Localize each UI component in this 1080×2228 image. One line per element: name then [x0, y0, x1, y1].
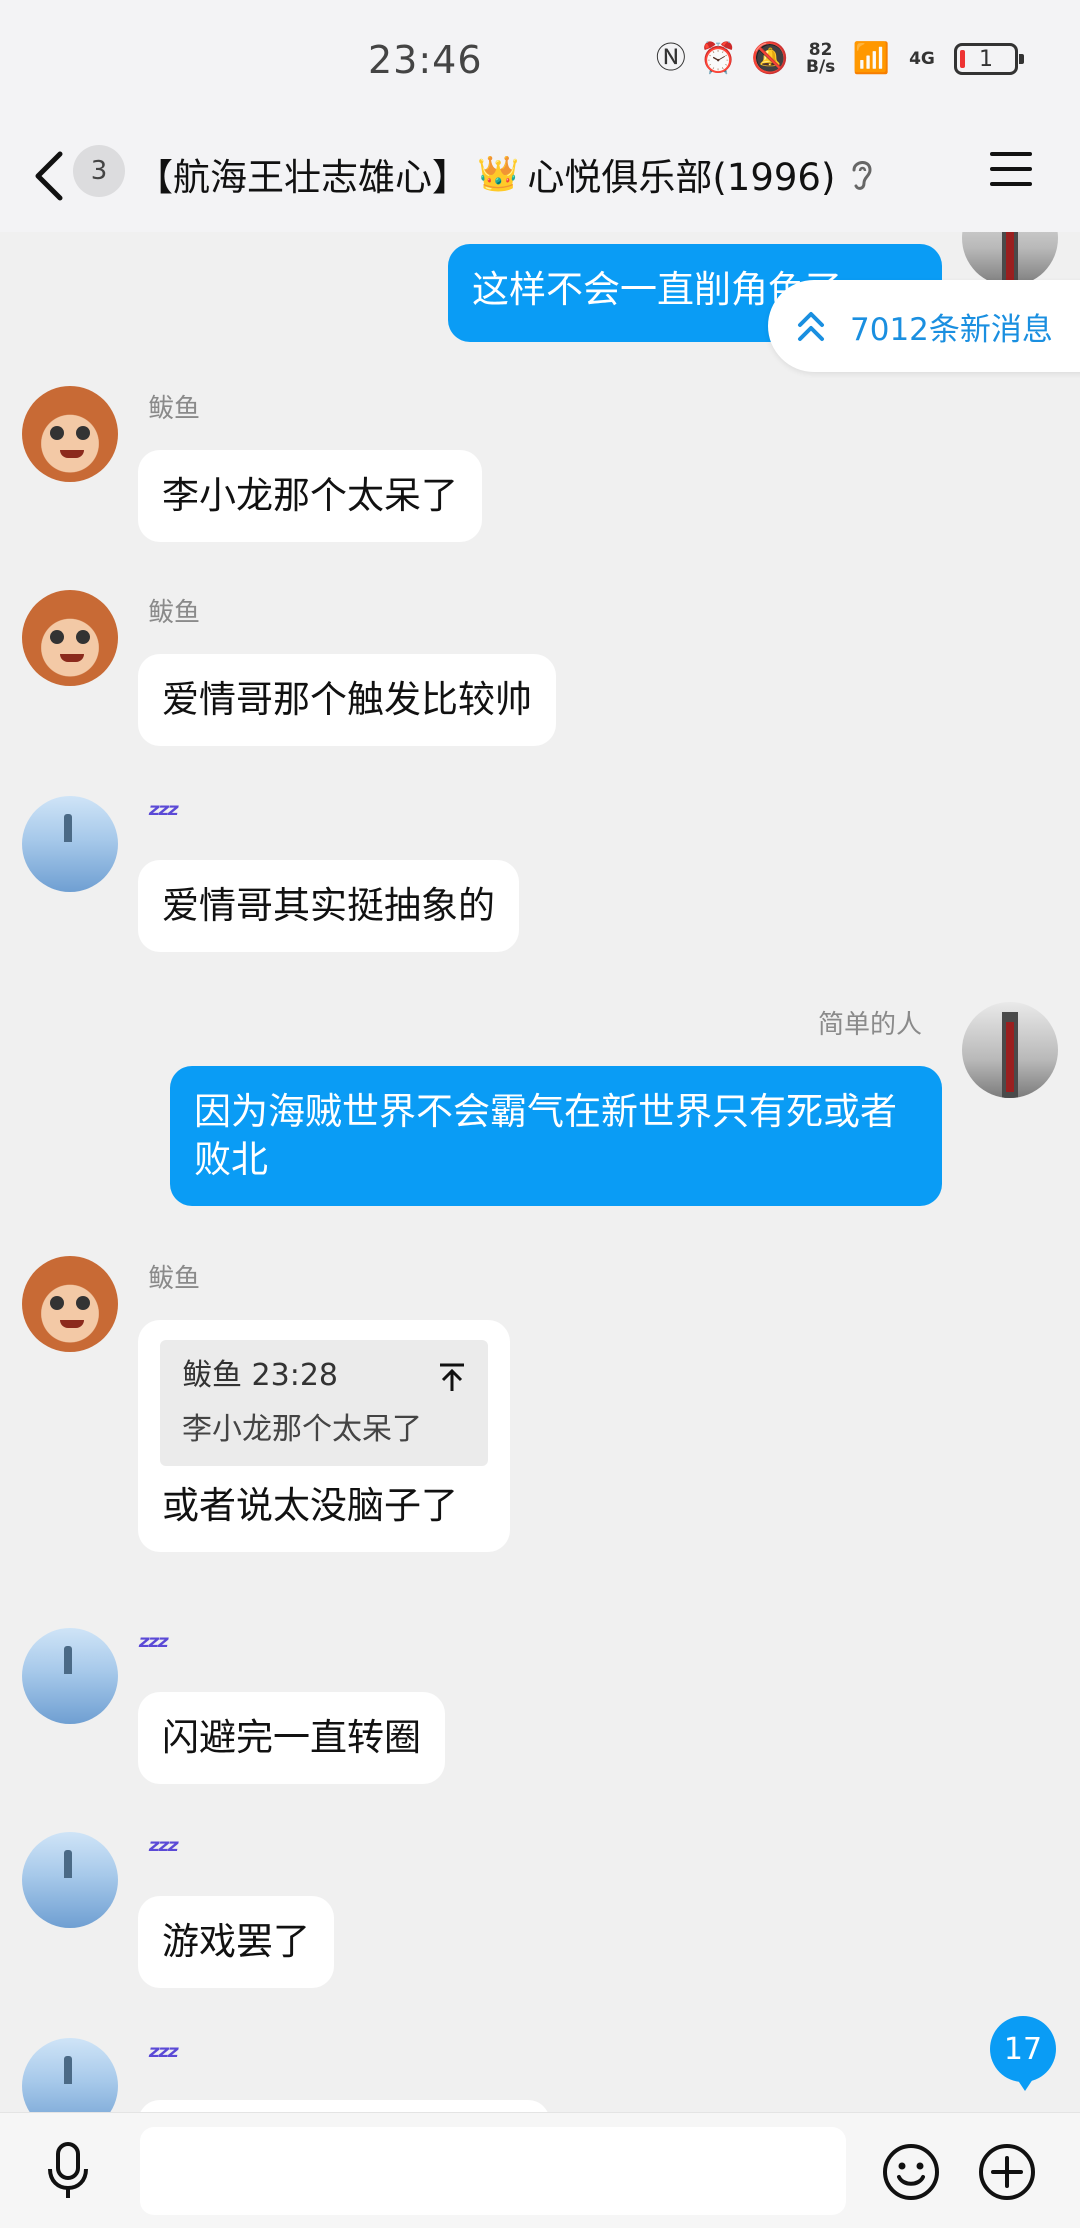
sleep-zzz-icon: ᶻᶻᶻ [148, 2040, 180, 2075]
message-bubble[interactable]: 因为海贼世界不会霸气在新世界只有死或者败北 [170, 1066, 942, 1206]
net-speed-unit: B/s [805, 57, 836, 77]
status-icons: Ⓝ ⏰ 🔕 82 B/s 📶 4G 1 [655, 41, 1024, 76]
new-messages-label: 7012条新消息 [850, 311, 1053, 348]
network-type: 4G [909, 48, 935, 69]
avatar[interactable] [962, 1002, 1058, 1098]
avatar[interactable] [22, 386, 118, 482]
battery-level: 1 [979, 46, 993, 72]
sleep-zzz-icon: ᶻᶻᶻ [138, 1630, 170, 1665]
message-bubble[interactable]: 闪避完一直转圈 [138, 1692, 445, 1784]
chat-area[interactable]: 这样不会一直削角色了 鲅鱼 李小龙那个太呆了 鲅鱼 爱情哥那个触发比较帅 ᶻᶻᶻ… [0, 232, 1080, 2112]
back-arrow-icon[interactable] [30, 148, 70, 204]
unread-mentions-badge[interactable]: 17 [990, 2016, 1056, 2091]
message-input[interactable] [140, 2127, 846, 2215]
sender-name: 简单的人 [818, 1010, 923, 1040]
chat-title[interactable]: 【航海王壮志雄心】 👑 心悦俱乐部(1996) [136, 146, 835, 202]
avatar[interactable] [22, 2038, 118, 2112]
wifi-icon: 📶 [852, 41, 890, 76]
avatar[interactable] [22, 1628, 118, 1724]
double-chevron-up-icon [798, 312, 824, 341]
status-bar: 23:46 Ⓝ ⏰ 🔕 82 B/s 📶 4G 1 [0, 0, 1080, 120]
sender-name: 鲅鱼 [148, 394, 201, 424]
crown-icon: 👑 [477, 154, 520, 194]
quote-text: 李小龙那个太呆了 [182, 1412, 422, 1447]
status-time: 23:46 [368, 38, 483, 82]
battery-icon: 1 [954, 43, 1024, 75]
quote-header: 鲅鱼 23:28 [182, 1358, 338, 1393]
avatar[interactable] [22, 1256, 118, 1352]
message-bubble[interactable] [138, 2100, 550, 2112]
avatar[interactable] [22, 796, 118, 892]
title-part1: 【航海王壮志雄心】 [136, 156, 469, 199]
title-part2: 心悦俱乐部(1996) [527, 156, 836, 199]
emoji-icon[interactable] [882, 2143, 940, 2201]
net-speed: 82 B/s [803, 42, 839, 76]
nfc-icon: Ⓝ [655, 41, 686, 76]
mute-bell-icon: 🔕 [751, 41, 789, 76]
message-bubble[interactable]: 游戏罢了 [138, 1896, 334, 1988]
message-bubble[interactable]: 李小龙那个太呆了 [138, 450, 482, 542]
quoted-message[interactable]: 鲅鱼 23:28 李小龙那个太呆了 [160, 1340, 488, 1466]
earpiece-mode-icon[interactable] [848, 154, 876, 194]
sender-name: 鲅鱼 [148, 1264, 201, 1294]
message-bubble[interactable]: 鲅鱼 23:28 李小龙那个太呆了 或者说太没脑子了 [138, 1320, 510, 1552]
menu-icon[interactable] [990, 152, 1032, 188]
message-text: 或者说太没脑子了 [162, 1484, 458, 1527]
microphone-icon[interactable] [44, 2141, 92, 2201]
message-bubble[interactable]: 爱情哥那个触发比较帅 [138, 654, 556, 746]
avatar[interactable] [22, 1832, 118, 1928]
jump-to-quote-icon[interactable] [438, 1362, 466, 1392]
sender-name: 鲅鱼 [148, 598, 201, 628]
avatar[interactable] [962, 232, 1058, 286]
alarm-icon: ⏰ [699, 41, 738, 76]
unread-count-badge[interactable]: 3 [73, 145, 125, 197]
sleep-zzz-icon: ᶻᶻᶻ [148, 1834, 180, 1869]
input-bar [0, 2112, 1080, 2228]
message-bubble[interactable]: 爱情哥其实挺抽象的 [138, 860, 519, 952]
plus-icon[interactable] [978, 2143, 1036, 2201]
avatar[interactable] [22, 590, 118, 686]
new-messages-button[interactable]: 7012条新消息 [768, 280, 1080, 372]
sleep-zzz-icon: ᶻᶻᶻ [148, 798, 180, 833]
